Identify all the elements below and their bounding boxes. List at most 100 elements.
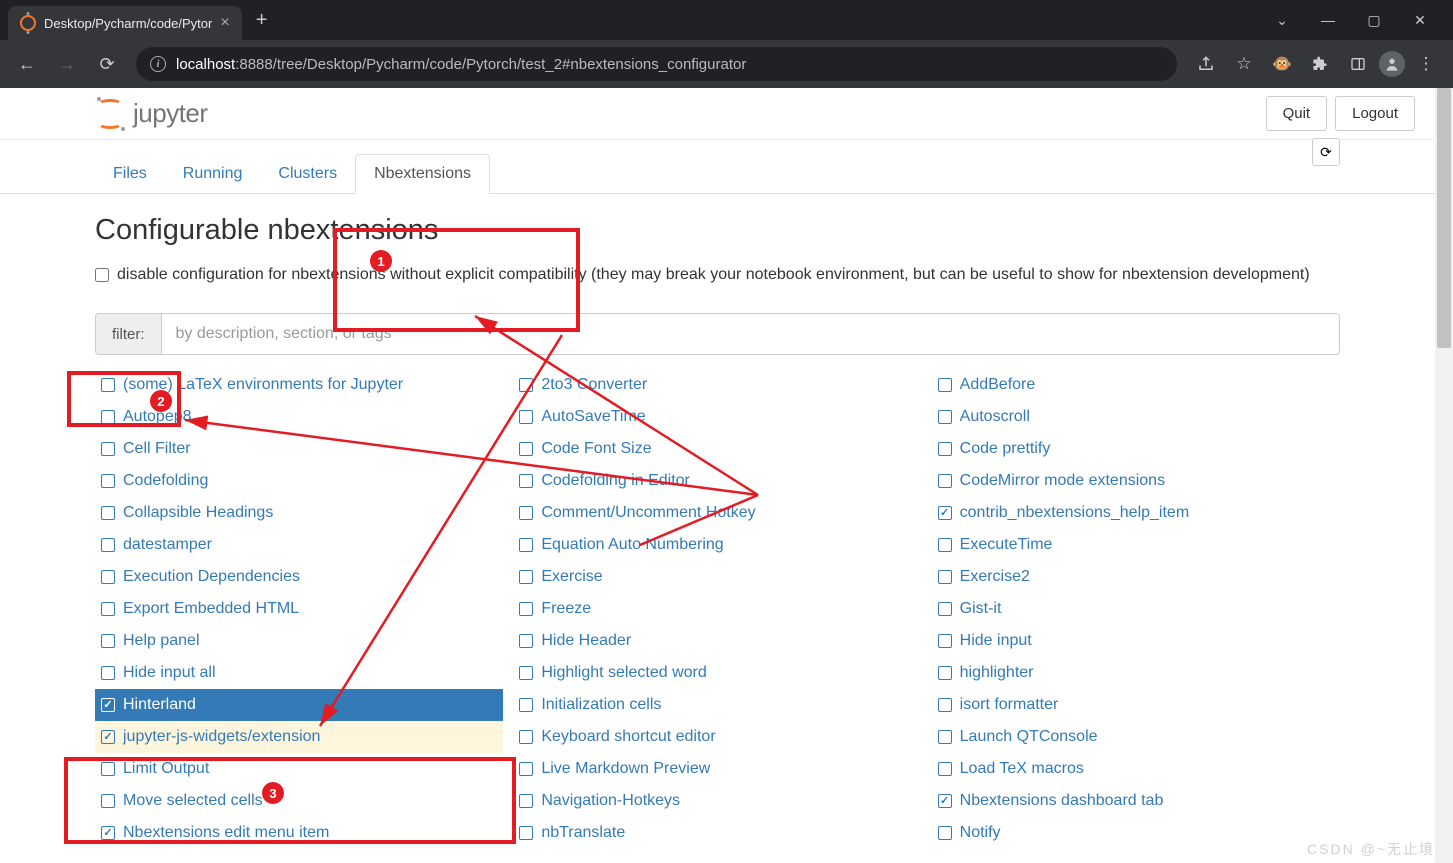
extension-checkbox[interactable] xyxy=(938,442,952,456)
close-window-icon[interactable]: ✕ xyxy=(1397,12,1443,29)
extension-item[interactable]: Exercise xyxy=(513,561,921,593)
extension-checkbox[interactable] xyxy=(519,762,533,776)
logout-button[interactable]: Logout xyxy=(1335,96,1415,131)
extension-checkbox[interactable] xyxy=(519,826,533,840)
filter-input[interactable] xyxy=(162,314,1339,354)
close-icon[interactable]: × xyxy=(220,14,229,32)
tab-clusters[interactable]: Clusters xyxy=(260,155,355,193)
site-info-icon[interactable]: i xyxy=(150,56,166,72)
extension-item[interactable]: Hide input xyxy=(932,625,1340,657)
extension-checkbox[interactable] xyxy=(101,634,115,648)
extension-checkbox[interactable] xyxy=(938,474,952,488)
extension-item[interactable]: Gist-it xyxy=(932,593,1340,625)
extension-checkbox[interactable] xyxy=(101,794,115,808)
extension-item[interactable]: datestamper xyxy=(95,529,503,561)
extension-item[interactable]: Collapsible Headings xyxy=(95,497,503,529)
jupyter-logo[interactable]: jupyter xyxy=(95,98,208,129)
extension-item[interactable]: Move selected cells xyxy=(95,785,503,817)
extension-item[interactable]: Notify xyxy=(932,817,1340,849)
extension-checkbox[interactable] xyxy=(519,378,533,392)
extension-item[interactable]: Nbextensions edit menu item xyxy=(95,817,503,849)
extension-checkbox[interactable] xyxy=(101,538,115,552)
extension-checkbox[interactable] xyxy=(519,474,533,488)
extension-checkbox[interactable] xyxy=(938,538,952,552)
extension-checkbox[interactable] xyxy=(938,794,952,808)
new-tab-button[interactable]: + xyxy=(242,9,282,32)
scrollbar-thumb[interactable] xyxy=(1437,88,1451,348)
minimize-icon[interactable]: ― xyxy=(1305,12,1351,28)
extension-checkbox[interactable] xyxy=(101,602,115,616)
extension-checkbox[interactable] xyxy=(938,698,952,712)
extensions-icon[interactable] xyxy=(1303,47,1337,81)
extension-checkbox[interactable] xyxy=(519,570,533,584)
extension-checkbox[interactable] xyxy=(938,762,952,776)
extension-item[interactable]: Code Font Size xyxy=(513,433,921,465)
extension-checkbox[interactable] xyxy=(519,634,533,648)
extension-checkbox[interactable] xyxy=(519,794,533,808)
forward-icon[interactable]: → xyxy=(50,47,84,81)
extension-checkbox[interactable] xyxy=(938,826,952,840)
extension-item[interactable]: Nbextensions dashboard tab xyxy=(932,785,1340,817)
extension-checkbox[interactable] xyxy=(519,442,533,456)
extension-item[interactable]: Export Embedded HTML xyxy=(95,593,503,625)
extension-item[interactable]: Load TeX macros xyxy=(932,753,1340,785)
extension-checkbox[interactable] xyxy=(938,506,952,520)
tab-files[interactable]: Files xyxy=(95,155,165,193)
extension-item[interactable]: (some) LaTeX environments for Jupyter xyxy=(95,369,503,401)
extension-item[interactable]: AutoSaveTime xyxy=(513,401,921,433)
extension-checkbox[interactable] xyxy=(101,570,115,584)
extension-checkbox[interactable] xyxy=(519,602,533,616)
extension-item[interactable]: Launch QTConsole xyxy=(932,721,1340,753)
star-icon[interactable]: ☆ xyxy=(1227,47,1261,81)
extension-item[interactable]: Comment/Uncomment Hotkey xyxy=(513,497,921,529)
share-icon[interactable] xyxy=(1189,47,1223,81)
extension-checkbox[interactable] xyxy=(101,474,115,488)
scrollbar-track[interactable] xyxy=(1435,88,1453,863)
extension-item[interactable]: CodeMirror mode extensions xyxy=(932,465,1340,497)
extension-checkbox[interactable] xyxy=(101,506,115,520)
extension-item[interactable]: contrib_nbextensions_help_item xyxy=(932,497,1340,529)
extension-checkbox[interactable] xyxy=(519,506,533,520)
extension-item[interactable]: Autopep8 xyxy=(95,401,503,433)
extension-item[interactable]: Help panel xyxy=(95,625,503,657)
address-bar[interactable]: i localhost:8888/tree/Desktop/Pycharm/co… xyxy=(136,47,1177,81)
back-icon[interactable]: ← xyxy=(10,47,44,81)
disable-compat-row[interactable]: disable configuration for nbextensions w… xyxy=(95,263,1340,287)
extension-item[interactable]: AddBefore xyxy=(932,369,1340,401)
extension-item[interactable]: Limit Output xyxy=(95,753,503,785)
extension-checkbox[interactable] xyxy=(101,378,115,392)
extension-item[interactable]: Hide input all xyxy=(95,657,503,689)
extension-item[interactable]: Hinterland xyxy=(95,689,503,721)
maximize-icon[interactable]: ▢ xyxy=(1351,12,1397,29)
kebab-menu-icon[interactable]: ⋮ xyxy=(1409,47,1443,81)
extension-item[interactable]: Live Markdown Preview xyxy=(513,753,921,785)
extension-item[interactable]: jupyter-js-widgets/extension xyxy=(95,721,503,753)
tab-nbextensions[interactable]: Nbextensions xyxy=(355,154,490,194)
extension-checkbox[interactable] xyxy=(519,410,533,424)
extension-checkbox[interactable] xyxy=(938,378,952,392)
extension-checkbox[interactable] xyxy=(938,602,952,616)
extension-checkbox[interactable] xyxy=(519,698,533,712)
extension-checkbox[interactable] xyxy=(519,666,533,680)
extension-item[interactable]: Navigation-Hotkeys xyxy=(513,785,921,817)
reload-icon[interactable]: ⟳ xyxy=(90,47,124,81)
extension-checkbox[interactable] xyxy=(938,666,952,680)
extension-checkbox[interactable] xyxy=(101,762,115,776)
extension-item[interactable]: Exercise2 xyxy=(932,561,1340,593)
extension-checkbox[interactable] xyxy=(101,442,115,456)
extension-item[interactable]: Freeze xyxy=(513,593,921,625)
extension-item[interactable]: Execution Dependencies xyxy=(95,561,503,593)
quit-button[interactable]: Quit xyxy=(1266,96,1328,131)
extension-item[interactable]: Keyboard shortcut editor xyxy=(513,721,921,753)
extension-checkbox[interactable] xyxy=(938,730,952,744)
tampermonkey-icon[interactable]: 🐵 xyxy=(1265,47,1299,81)
extension-checkbox[interactable] xyxy=(101,826,115,840)
extension-item[interactable]: Code prettify xyxy=(932,433,1340,465)
extension-item[interactable]: nbTranslate xyxy=(513,817,921,849)
side-panel-icon[interactable] xyxy=(1341,47,1375,81)
extension-checkbox[interactable] xyxy=(938,410,952,424)
extension-checkbox[interactable] xyxy=(101,410,115,424)
extension-checkbox[interactable] xyxy=(938,570,952,584)
extension-checkbox[interactable] xyxy=(101,730,115,744)
extension-item[interactable]: Highlight selected word xyxy=(513,657,921,689)
